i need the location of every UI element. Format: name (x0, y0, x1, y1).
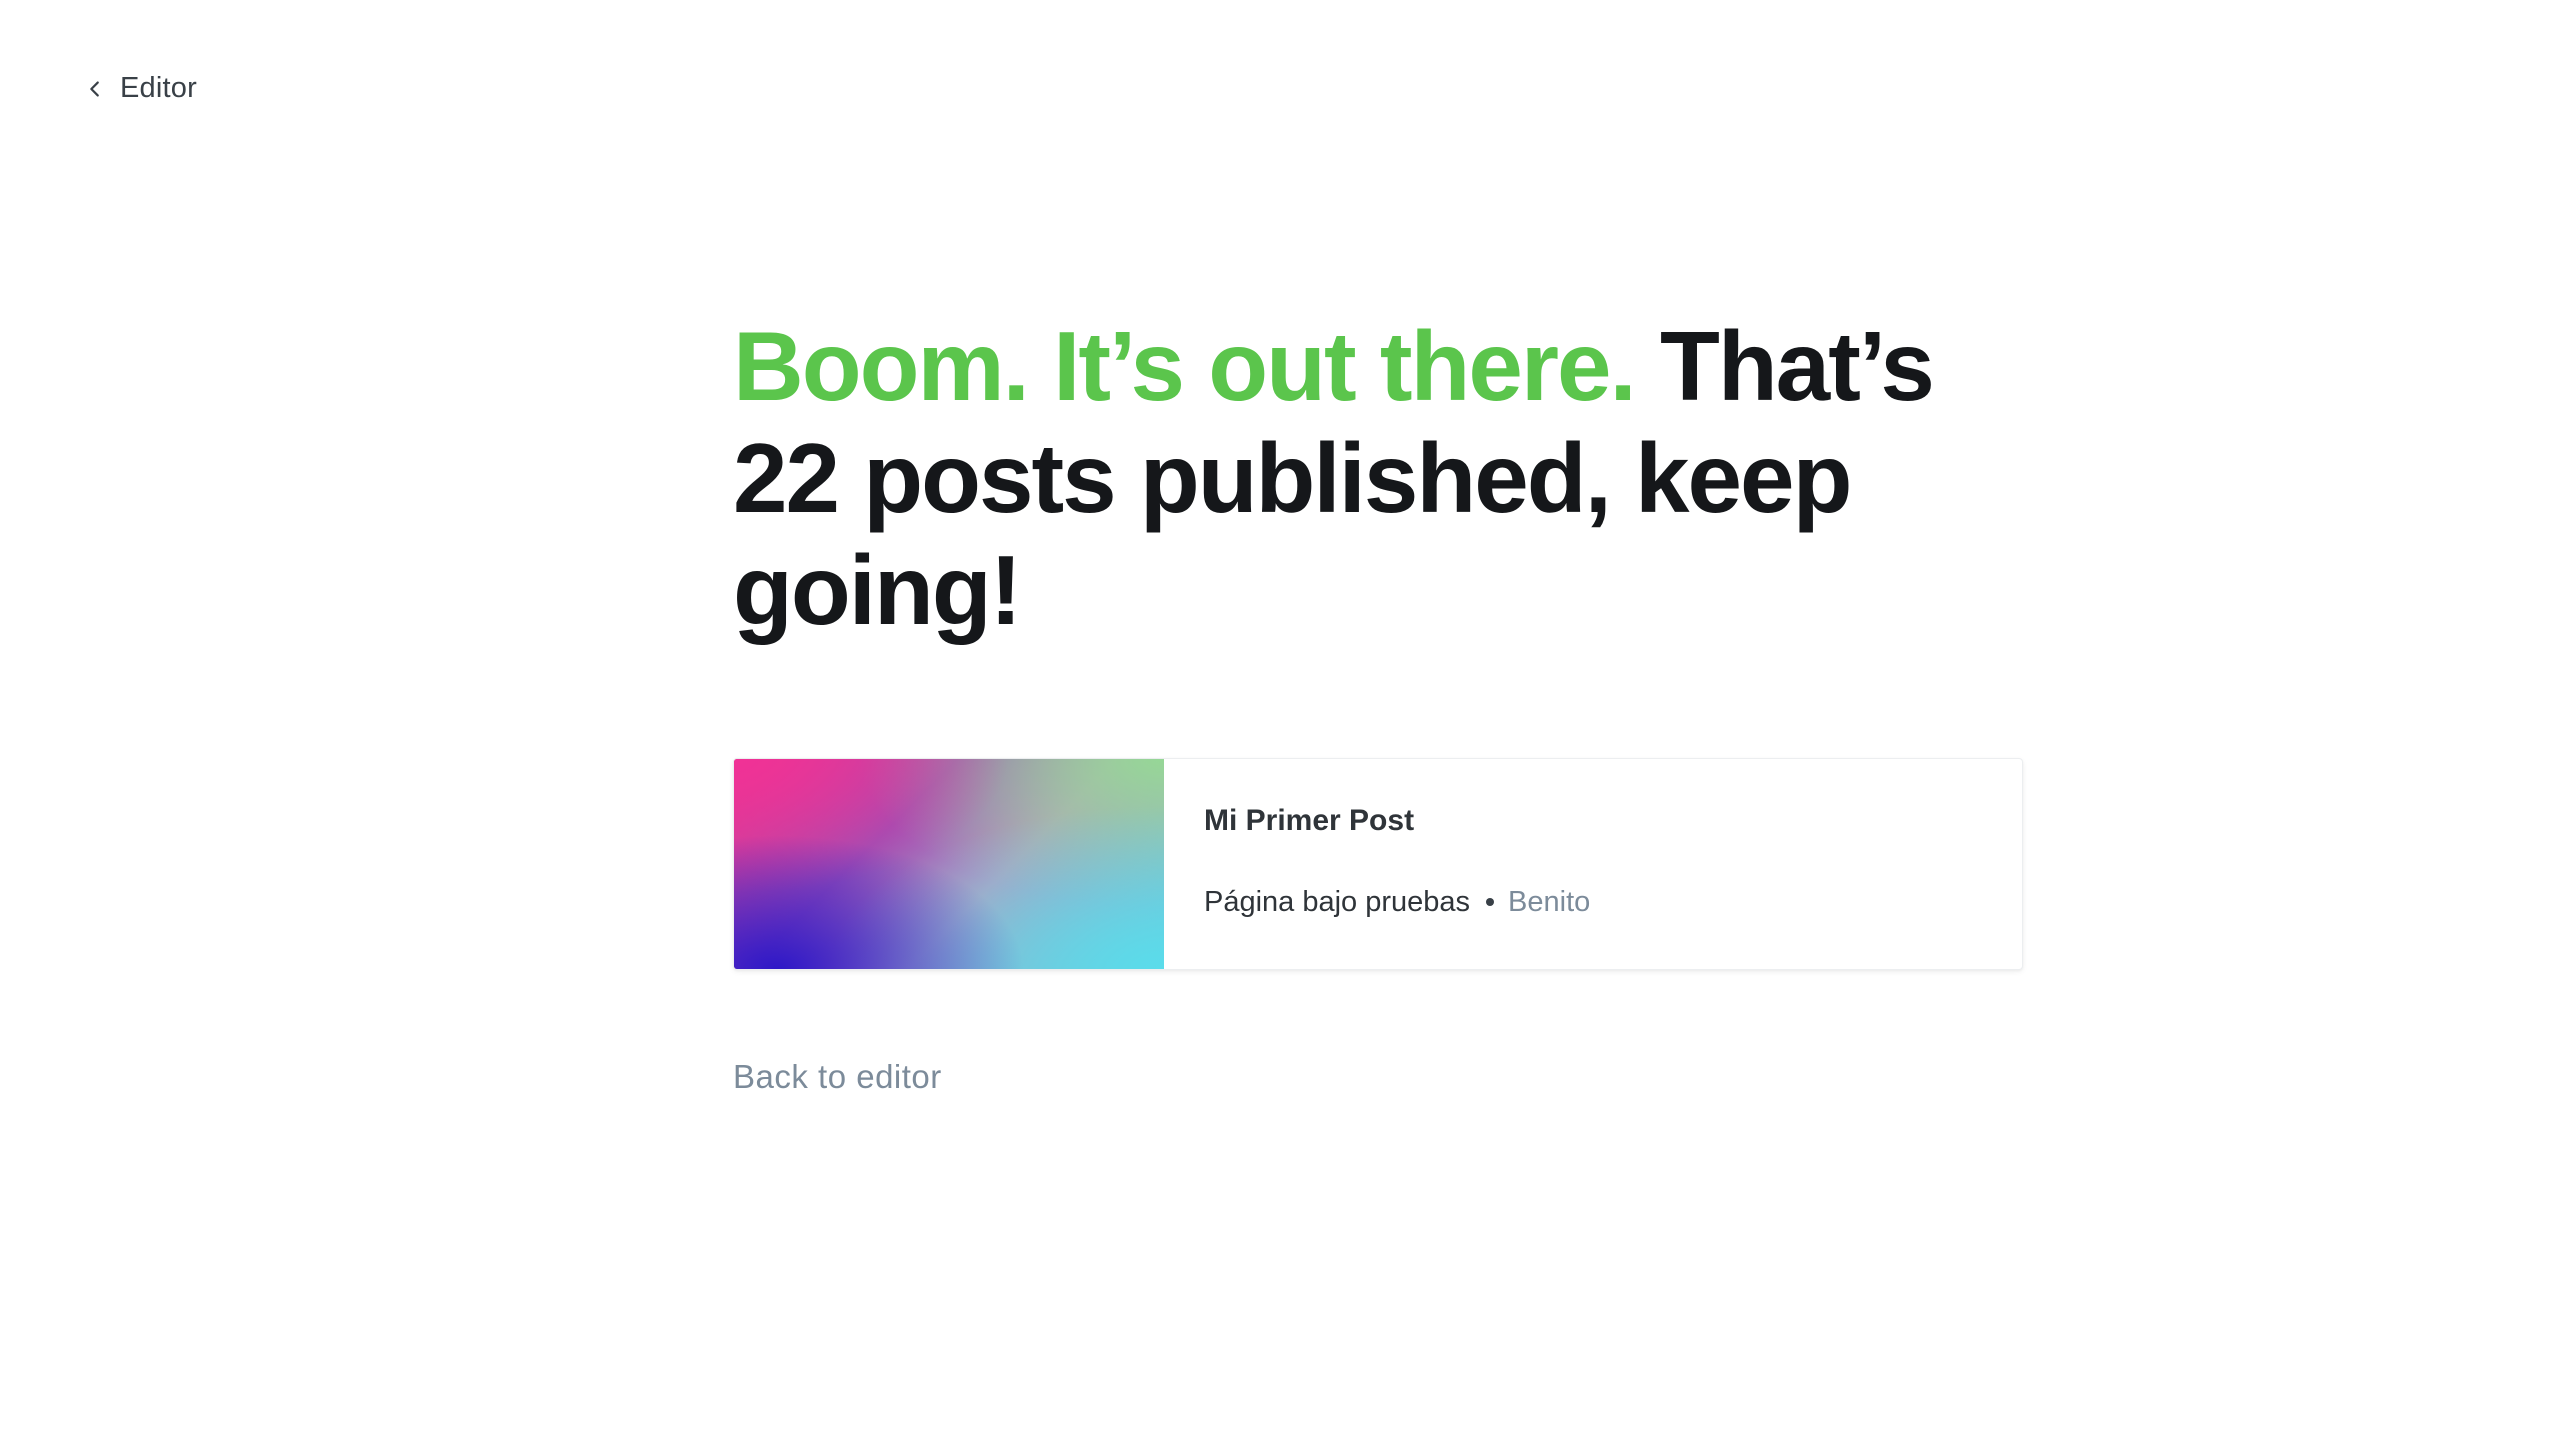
post-card-info: Mi Primer Post Página bajo pruebas Benit… (1164, 759, 1590, 969)
published-post-card[interactable]: Mi Primer Post Página bajo pruebas Benit… (733, 758, 2023, 970)
back-to-editor-button[interactable]: Back to editor (733, 1058, 942, 1096)
publish-confirmation: Boom. It’s out there. That’s 22 posts pu… (733, 310, 2023, 1096)
headline-accent: Boom. It’s out there. (733, 311, 1637, 421)
back-to-editor-nav[interactable]: Editor (84, 74, 197, 103)
post-title: Mi Primer Post (1204, 804, 1415, 837)
back-nav-label: Editor (120, 72, 197, 104)
chevron-left-icon (90, 80, 99, 97)
meta-separator-dot (1486, 898, 1495, 907)
post-site-name: Página bajo pruebas (1204, 886, 1471, 918)
post-feature-image (734, 759, 1164, 969)
post-author: Benito (1508, 886, 1591, 918)
page-headline: Boom. It’s out there. That’s 22 posts pu… (733, 310, 2023, 646)
post-meta: Página bajo pruebas Benito (1204, 885, 1590, 920)
